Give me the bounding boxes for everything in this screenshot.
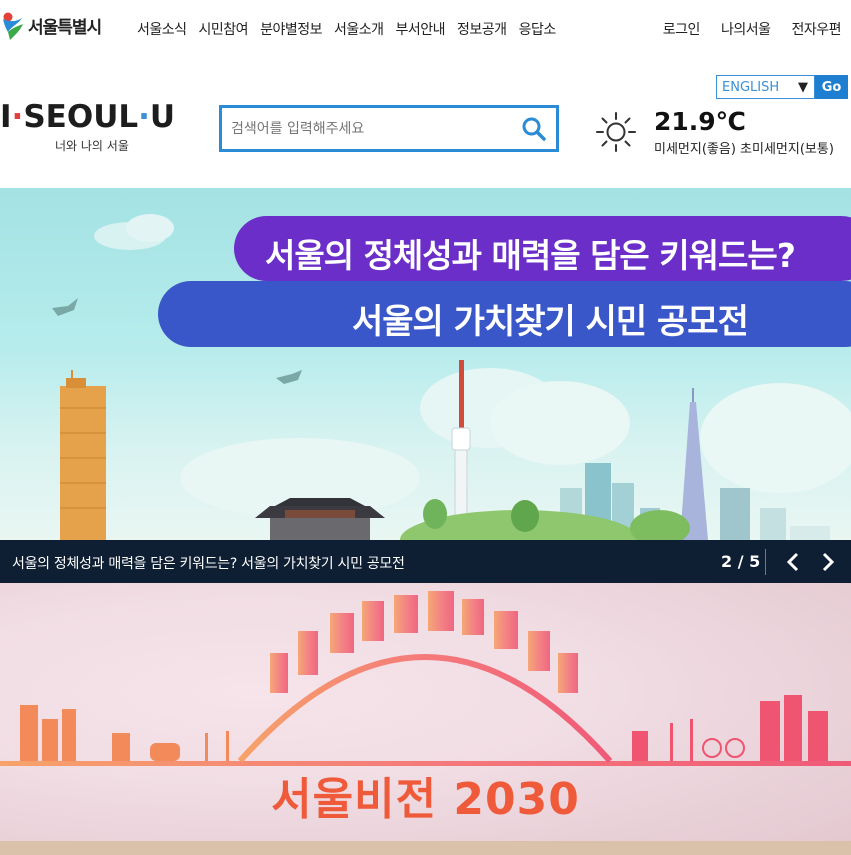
language-selected-value: ENGLISH [722,79,780,95]
brand-slogan: 너와 나의 서울 [55,139,129,153]
pager-divider [765,549,766,575]
next-slide-button[interactable] [816,549,840,575]
search-icon [522,117,546,141]
search-input[interactable] [222,108,512,149]
language-select[interactable]: ENGLISH ▼ [716,75,815,99]
dust-status: 미세먼지(좋음) 초미세먼지(보통) [654,142,834,157]
brand-se: SE [23,99,67,135]
brand-i: I [0,99,12,135]
dropdown-arrow-icon: ▼ [798,79,808,95]
brand-u: U [149,99,176,135]
seoul-logo[interactable]: 서울특별시 [0,8,102,42]
my-seoul-link[interactable]: 나의서울 [721,19,771,39]
vision-title: 서울비전 2030 [271,774,580,825]
seoul-emblem-icon [0,10,26,40]
login-link[interactable]: 로그인 [663,19,701,39]
banner-pager: 2 / 5 [721,552,761,571]
utility-links: 로그인 나의서울 전자우편 [642,19,842,39]
banner-caption[interactable]: 서울의 정체성과 매력을 담은 키워드는? 서울의 가치찾기 시민 공모전 [12,553,405,573]
nav-about-seoul[interactable]: 서울소개 [334,19,384,39]
nav-info-disclosure[interactable]: 정보공개 [457,19,507,39]
main-navigation: 서울소식 시민참여 분야별정보 서울소개 부서안내 정보공개 응답소 [137,19,568,39]
brand-red-dot-icon: · [11,99,24,135]
banner-caption-bar: 서울의 정체성과 매력을 담은 키워드는? 서울의 가치찾기 시민 공모전 2 … [0,540,851,583]
nav-eungdapso[interactable]: 응답소 [519,19,557,39]
nav-seoul-news[interactable]: 서울소식 [137,19,187,39]
temperature: 21.9℃ [654,107,746,136]
language-go-button[interactable]: Go [815,75,848,99]
nav-departments[interactable]: 부서안내 [396,19,446,39]
next-banner-edge [0,841,851,855]
brand-wordmark: I·SEOUL·U [0,99,210,135]
search-button[interactable] [512,108,556,149]
main-banner-slide[interactable]: 서울의 정체성과 매력을 담은 키워드는? 서울의 가치찾기 시민 공모전 [0,188,851,540]
brand-o: O [66,99,94,135]
nav-citizen-participation[interactable]: 시민참여 [199,19,249,39]
chevron-right-icon [822,552,835,572]
chevron-left-icon [786,552,799,572]
top-bar: 서울특별시 서울소식 시민참여 분야별정보 서울소개 부서안내 정보공개 응답소… [0,0,851,58]
sun-icon [596,112,636,152]
brand-ul: UL [93,99,139,135]
language-selector: ENGLISH ▼ Go [716,75,848,99]
brand-blue-dot-icon: · [138,99,150,135]
i-seoul-u-brand[interactable]: I·SEOUL·U 너와 나의 서울 [0,99,210,161]
nav-field-info[interactable]: 분야별정보 [260,19,322,39]
prev-slide-button[interactable] [781,549,805,575]
search-box [219,105,559,152]
seoul-logo-text: 서울특별시 [28,17,102,38]
banner-headline-line1: 서울의 정체성과 매력을 담은 키워드는? [265,236,796,275]
vision-2030-banner[interactable]: 서울비전 2030 [0,583,851,855]
email-link[interactable]: 전자우편 [791,19,841,39]
banner-headline-line2: 서울의 가치찾기 시민 공모전 [352,302,749,342]
